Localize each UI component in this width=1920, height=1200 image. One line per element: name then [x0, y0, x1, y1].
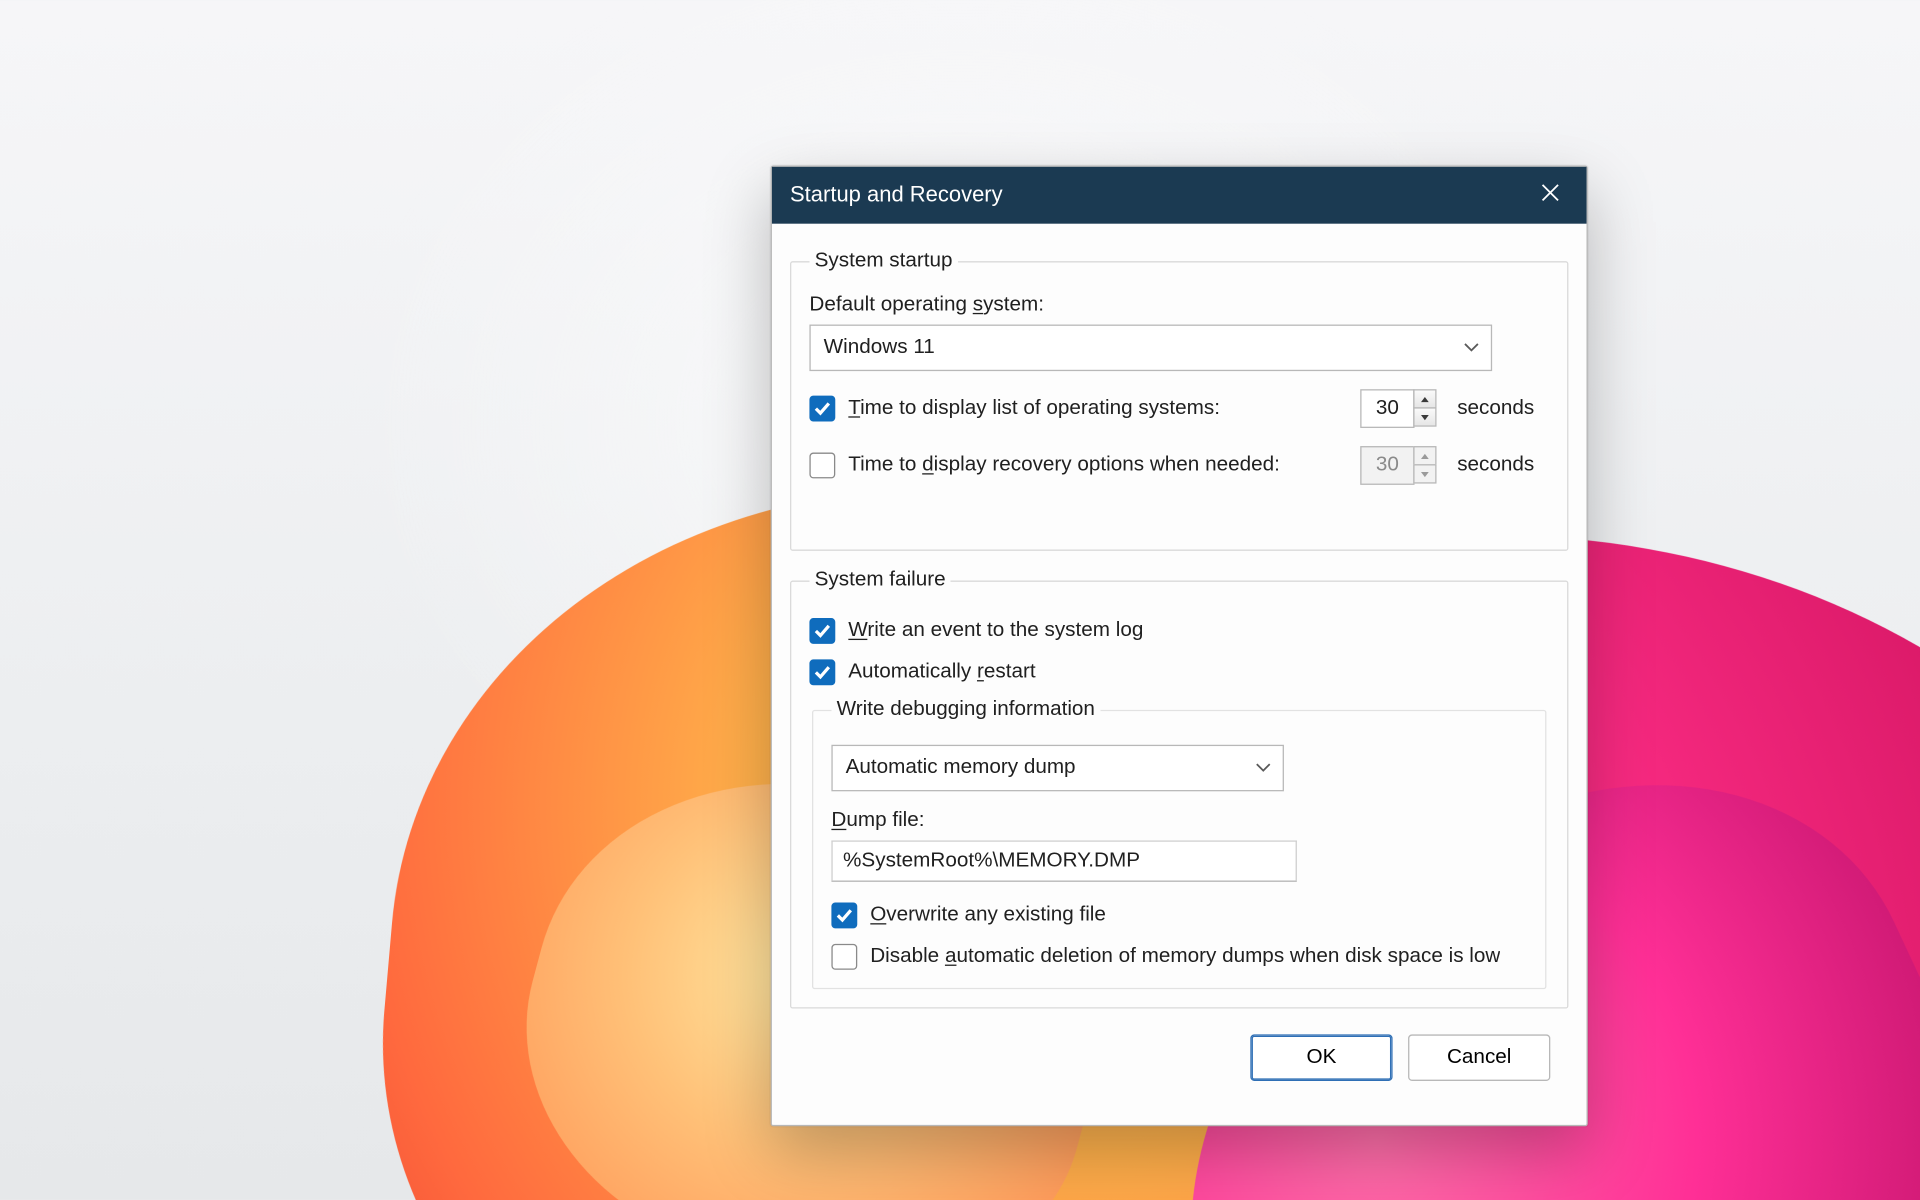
time-recovery-spin-up [1413, 446, 1436, 465]
group-system-startup: System startup Default operating system:… [790, 250, 1568, 551]
dump-file-label: Dump file: [831, 809, 1527, 832]
dump-file-input[interactable]: %SystemRoot%\MEMORY.DMP [831, 840, 1296, 881]
group-system-startup-legend: System startup [809, 250, 957, 273]
group-system-failure-legend: System failure [809, 569, 950, 592]
time-list-value[interactable]: 30 [1360, 389, 1414, 428]
time-recovery-checkbox[interactable] [809, 453, 835, 479]
group-system-failure: System failure Write an event to the sys… [790, 569, 1568, 1009]
group-write-debugging: Write debugging information Automatic me… [812, 698, 1546, 989]
time-list-unit: seconds [1457, 397, 1540, 420]
auto-restart-label: Automatically restart [848, 661, 1035, 684]
time-list-label: Time to display list of operating system… [848, 397, 1347, 420]
ok-button[interactable]: OK [1250, 1034, 1392, 1081]
write-event-checkbox[interactable] [809, 618, 835, 644]
cancel-button[interactable]: Cancel [1408, 1034, 1550, 1081]
disable-autodel-label: Disable automatic deletion of memory dum… [870, 945, 1500, 968]
close-icon [1541, 182, 1559, 208]
time-list-spin-up[interactable] [1413, 389, 1436, 408]
dialog-title: Startup and Recovery [790, 182, 1003, 208]
dialog-titlebar[interactable]: Startup and Recovery [772, 167, 1587, 224]
default-os-value: Windows 11 [824, 336, 935, 359]
overwrite-label: Overwrite any existing file [870, 904, 1106, 927]
auto-restart-checkbox[interactable] [809, 659, 835, 685]
chevron-down-icon [1256, 760, 1272, 776]
time-recovery-unit: seconds [1457, 454, 1540, 477]
disable-autodel-checkbox[interactable] [831, 944, 857, 970]
dump-file-value: %SystemRoot%\MEMORY.DMP [843, 850, 1140, 873]
startup-recovery-dialog: Startup and Recovery System startup Defa… [771, 166, 1588, 1127]
dump-type-value: Automatic memory dump [846, 756, 1076, 779]
overwrite-checkbox[interactable] [831, 903, 857, 929]
time-recovery-spin-down [1413, 464, 1436, 483]
time-list-spinner[interactable]: 30 [1360, 389, 1436, 428]
default-os-select[interactable]: Windows 11 [809, 325, 1492, 372]
default-os-label: Default operating system: [809, 294, 1549, 317]
time-recovery-value: 30 [1360, 446, 1414, 485]
time-list-spin-down[interactable] [1413, 407, 1436, 426]
group-write-debugging-legend: Write debugging information [831, 698, 1100, 721]
time-recovery-label: Time to display recovery options when ne… [848, 454, 1347, 477]
chevron-down-icon [1464, 340, 1480, 356]
close-button[interactable] [1522, 167, 1579, 224]
time-list-checkbox[interactable] [809, 396, 835, 422]
time-recovery-spinner: 30 [1360, 446, 1436, 485]
write-event-label: Write an event to the system log [848, 619, 1143, 642]
dump-type-select[interactable]: Automatic memory dump [831, 745, 1284, 792]
